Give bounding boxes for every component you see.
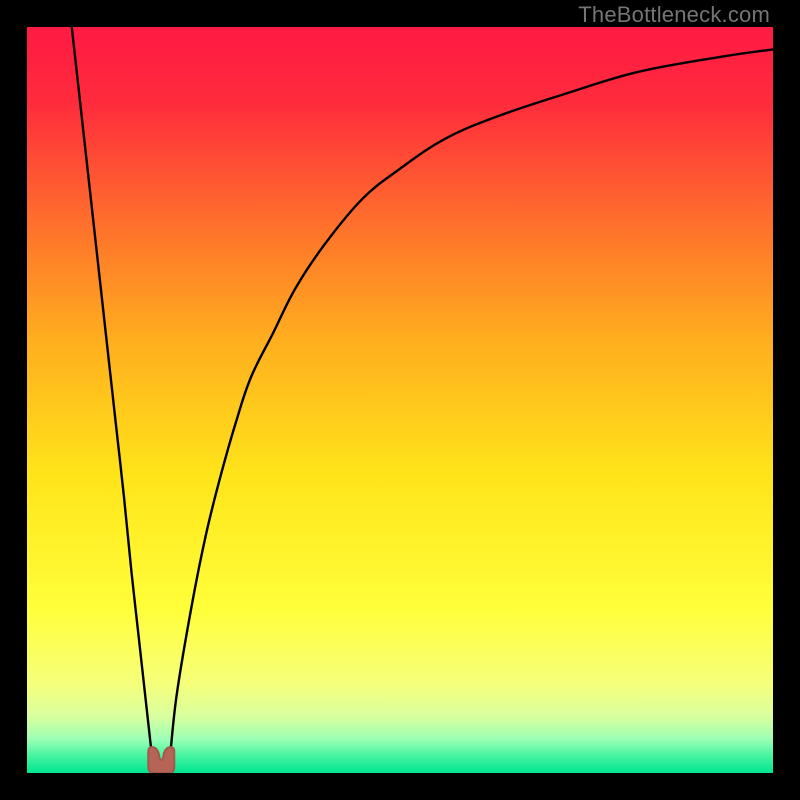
chart-frame (27, 27, 773, 773)
gradient-background (27, 27, 773, 773)
bottleneck-chart (27, 27, 773, 773)
attribution-text: TheBottleneck.com (578, 2, 770, 28)
